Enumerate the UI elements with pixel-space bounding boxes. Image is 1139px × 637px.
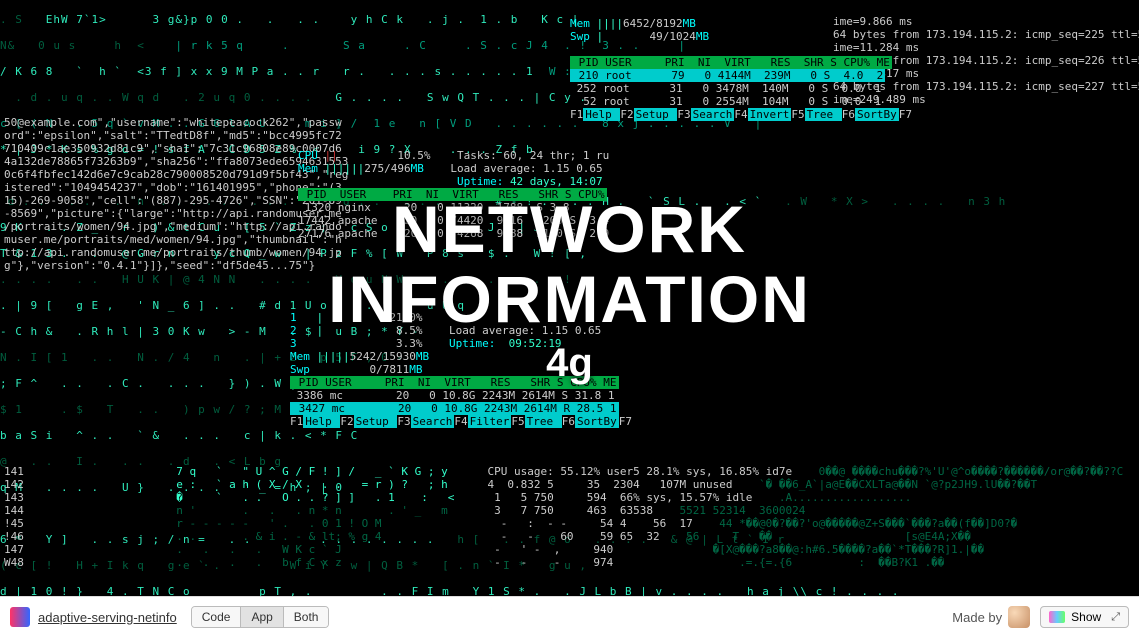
author-avatar[interactable]	[1008, 606, 1030, 628]
show-button[interactable]: Show ⤢	[1040, 606, 1129, 628]
htop-row-selected: 210 root 79 0 4144M 239M 0 S 4.0 2	[570, 69, 885, 82]
view-mode-segmented: Code App Both	[191, 606, 330, 628]
app-stage: . S EhW 7`1> 3 g&}p 0 0 . . . . y h C k …	[0, 0, 1139, 596]
footer-bar: adaptive-serving-netinfo Code App Both M…	[0, 596, 1139, 637]
tab-both[interactable]: Both	[283, 607, 329, 627]
glitch-icon	[1049, 611, 1065, 623]
expand-icon: ⤢	[1111, 611, 1120, 624]
show-button-label: Show	[1071, 610, 1101, 624]
htop-header: PID USER PRI NI VIRT RES SHR S CPU% ME	[570, 56, 892, 69]
glitch-logo-icon	[10, 607, 30, 627]
tab-app[interactable]: App	[240, 607, 282, 627]
htop-panel-3: 1 [| 21.0%] 2 [| 8.5%] Load average: 1.1…	[290, 298, 632, 441]
bottom-log: 141 7 q ` " U ^ G / F ! ] / _ ` K G ; y …	[4, 452, 1135, 582]
htop-row: 52 root 31 0 2554M 104M 0 S 0.0 1	[570, 95, 881, 108]
project-link[interactable]: adaptive-serving-netinfo	[38, 610, 177, 625]
htop-panel-2: CPU[|| 10.5%] Tasks: 60, 24 thr; 1 ru Me…	[298, 136, 609, 253]
htop-panel-1: Mem[||||6452/8192MB] Swp[| 49/1024MB] PI…	[570, 4, 912, 134]
htop-row: 252 root 31 0 3478M 140M 0 S 0.0 1	[570, 82, 881, 95]
json-output: 50@example.com","username":"whitepeacock…	[4, 116, 304, 272]
made-by-label: Made by	[952, 610, 1002, 625]
tab-code[interactable]: Code	[192, 607, 241, 627]
